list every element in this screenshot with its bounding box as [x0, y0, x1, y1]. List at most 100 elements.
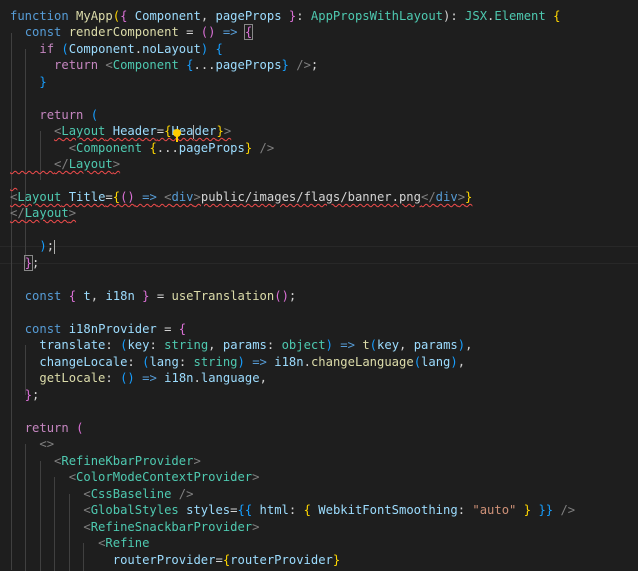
code-token: (: [90, 108, 99, 122]
code-token: div: [171, 190, 194, 204]
code-line[interactable]: changeLocale: (lang: string) => i18n.cha…: [0, 354, 638, 371]
code-token: RefineSnackbarProvider: [90, 520, 253, 534]
code-line[interactable]: <GlobalStyles styles={{ html: { WebkitFo…: [0, 502, 638, 519]
code-line[interactable]: }: [0, 74, 638, 91]
code-token: (): [120, 371, 135, 385]
code-token: >: [193, 454, 201, 468]
code-token: Component: [76, 141, 143, 155]
code-token: function: [10, 9, 69, 23]
code-token: "auto": [472, 503, 517, 517]
code-line[interactable]: const { t, i18n } = useTranslation();: [0, 288, 638, 305]
code-line[interactable]: <ColorModeContextProvider>: [0, 469, 638, 486]
code-line[interactable]: function MyApp({ Component, pageProps }:…: [0, 8, 638, 25]
code-token: ,: [457, 355, 466, 369]
code-token: >: [252, 470, 260, 484]
code-token: .: [303, 355, 311, 369]
code-line[interactable]: <Refine: [0, 535, 638, 552]
code-line[interactable]: getLocale: () => i18n.language,: [0, 370, 638, 387]
code-token: :: [296, 9, 311, 23]
lightbulb-icon[interactable]: [172, 129, 182, 143]
code-line[interactable]: );: [0, 238, 638, 255]
code-token: <: [164, 190, 172, 204]
code-token: const: [24, 322, 62, 336]
code-line[interactable]: };: [0, 255, 638, 272]
code-line[interactable]: <Layout Title={() => <div>public/images/…: [0, 189, 638, 206]
code-token: :: [178, 355, 194, 369]
code-token: params: [222, 338, 267, 352]
code-line[interactable]: <Layout Header={Header}>: [0, 123, 638, 140]
code-line[interactable]: <CssBaseline />: [0, 486, 638, 503]
code-token: translate: [39, 338, 106, 352]
code-line[interactable]: <Component {...pageProps} />: [0, 140, 638, 157]
code-token: />: [259, 141, 275, 155]
code-token: }: [216, 124, 224, 138]
code-token: Component: [68, 42, 135, 56]
code-token: lang: [421, 355, 451, 369]
code-line[interactable]: };: [0, 387, 638, 404]
code-token: }: [332, 553, 341, 567]
code-line[interactable]: <RefineSnackbarProvider>: [0, 519, 638, 536]
code-line[interactable]: const renderComponent = () => {: [0, 24, 638, 41]
code-line[interactable]: return (: [0, 420, 638, 437]
code-line[interactable]: </Layout>: [0, 156, 638, 173]
code-token: :: [266, 338, 282, 352]
code-token: ;: [288, 289, 297, 303]
code-token: >: [68, 206, 77, 220]
code-token: =>: [222, 25, 238, 39]
code-token: =>: [340, 338, 355, 352]
code-line[interactable]: <>: [0, 436, 638, 453]
code-token: >: [457, 190, 466, 204]
code-token: useTranslation: [171, 289, 275, 303]
code-token: AppPropsWithLayout: [310, 9, 443, 23]
code-token: :: [457, 503, 473, 517]
code-line[interactable]: const i18nProvider = {: [0, 321, 638, 338]
code-token: return: [39, 108, 84, 122]
code-editor[interactable]: function MyApp({ Component, pageProps }:…: [0, 0, 638, 571]
code-token: (: [76, 421, 84, 435]
code-line[interactable]: translate: (key: string, params: object)…: [0, 337, 638, 354]
code-token: ,: [259, 371, 267, 385]
code-token: }: [24, 388, 33, 402]
code-token: i18n: [274, 355, 304, 369]
code-token: :: [127, 355, 143, 369]
code-token: =: [215, 553, 223, 567]
code-token: ;: [46, 239, 55, 253]
code-token: return: [54, 58, 99, 72]
code-line[interactable]: <RefineKbarProvider>: [0, 453, 638, 470]
code-token: ): [325, 338, 333, 352]
code-token: >: [223, 124, 232, 138]
code-token: CssBaseline: [90, 487, 172, 501]
code-token: GlobalStyles: [90, 503, 179, 517]
code-token: <: [105, 58, 113, 72]
code-line[interactable]: </Layout>: [0, 205, 638, 222]
code-token: =>: [142, 371, 157, 385]
code-token: </: [420, 190, 436, 204]
code-token: if: [39, 42, 55, 56]
code-token: }: [39, 75, 47, 89]
code-token: key: [377, 338, 400, 352]
code-token: <: [83, 487, 91, 501]
code-line[interactable]: [0, 173, 638, 190]
code-token: <: [68, 141, 77, 155]
code-line[interactable]: routerProvider={routerProvider}: [0, 552, 638, 569]
code-line[interactable]: return (: [0, 107, 638, 124]
code-line[interactable]: if (Component.noLayout) {: [0, 41, 638, 58]
code-token: changeLocale: [39, 355, 128, 369]
code-token: (): [200, 25, 216, 39]
code-line[interactable]: return <Component {...pageProps} />;: [0, 57, 638, 74]
code-token: ,: [465, 338, 473, 352]
code-token: {: [215, 42, 223, 56]
